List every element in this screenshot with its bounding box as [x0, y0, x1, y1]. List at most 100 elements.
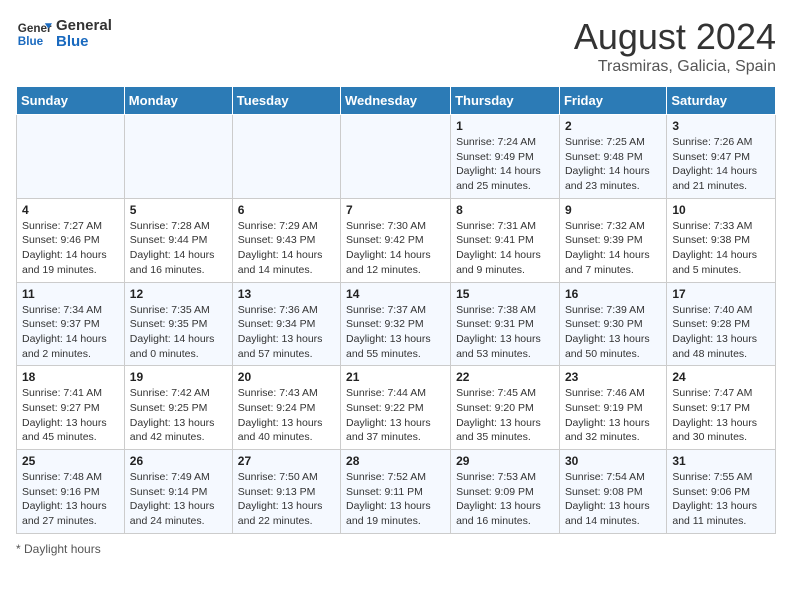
calendar-cell	[232, 115, 340, 199]
day-number: 24	[672, 370, 770, 384]
calendar-cell: 9 Sunrise: 7:32 AMSunset: 9:39 PMDaylight…	[559, 198, 666, 282]
logo-line2: Blue	[56, 34, 112, 51]
calendar-cell: 19 Sunrise: 7:42 AMSunset: 9:25 PMDayligh…	[124, 366, 232, 450]
day-detail: Sunrise: 7:37 AMSunset: 9:32 PMDaylight:…	[346, 303, 445, 362]
day-detail: Sunrise: 7:54 AMSunset: 9:08 PMDaylight:…	[565, 470, 661, 529]
calendar-cell: 5 Sunrise: 7:28 AMSunset: 9:44 PMDaylight…	[124, 198, 232, 282]
day-detail: Sunrise: 7:34 AMSunset: 9:37 PMDaylight:…	[22, 303, 119, 362]
day-number: 9	[565, 203, 661, 217]
day-number: 2	[565, 119, 661, 133]
calendar-cell: 1 Sunrise: 7:24 AMSunset: 9:49 PMDaylight…	[451, 115, 560, 199]
calendar-cell: 14 Sunrise: 7:37 AMSunset: 9:32 PMDayligh…	[341, 282, 451, 366]
day-number: 5	[130, 203, 227, 217]
calendar-cell: 15Sunrise: 7:38 AMSunset: 9:31 PMDayligh…	[451, 282, 560, 366]
calendar-week-row: 1 Sunrise: 7:24 AMSunset: 9:49 PMDaylight…	[17, 115, 776, 199]
calendar-cell: 3Sunrise: 7:26 AMSunset: 9:47 PMDaylight…	[667, 115, 776, 199]
calendar-cell: 13 Sunrise: 7:36 AMSunset: 9:34 PMDayligh…	[232, 282, 340, 366]
calendar-cell	[341, 115, 451, 199]
day-number: 13	[238, 287, 335, 301]
day-number: 12	[130, 287, 227, 301]
day-number: 26	[130, 454, 227, 468]
day-number: 10	[672, 203, 770, 217]
day-number: 20	[238, 370, 335, 384]
day-detail: Sunrise: 7:45 AMSunset: 9:20 PMDaylight:…	[456, 386, 554, 445]
day-number: 25	[22, 454, 119, 468]
day-number: 11	[22, 287, 119, 301]
day-number: 22	[456, 370, 554, 384]
day-detail: Sunrise: 7:29 AMSunset: 9:43 PMDaylight:…	[238, 219, 335, 278]
day-number: 7	[346, 203, 445, 217]
day-number: 21	[346, 370, 445, 384]
weekday-header: Monday	[124, 87, 232, 115]
calendar-cell: 6 Sunrise: 7:29 AMSunset: 9:43 PMDaylight…	[232, 198, 340, 282]
calendar-cell: 11 Sunrise: 7:34 AMSunset: 9:37 PMDayligh…	[17, 282, 125, 366]
calendar-week-row: 25Sunrise: 7:48 AMSunset: 9:16 PMDayligh…	[17, 450, 776, 534]
day-detail: Sunrise: 7:55 AMSunset: 9:06 PMDaylight:…	[672, 470, 770, 529]
day-detail: Sunrise: 7:36 AMSunset: 9:34 PMDaylight:…	[238, 303, 335, 362]
calendar-cell: 10Sunrise: 7:33 AMSunset: 9:38 PMDayligh…	[667, 198, 776, 282]
day-number: 31	[672, 454, 770, 468]
header-row: SundayMondayTuesdayWednesdayThursdayFrid…	[17, 87, 776, 115]
calendar-cell: 16 Sunrise: 7:39 AMSunset: 9:30 PMDayligh…	[559, 282, 666, 366]
calendar-week-row: 18 Sunrise: 7:41 AMSunset: 9:27 PMDayligh…	[17, 366, 776, 450]
calendar-cell: 29Sunrise: 7:53 AMSunset: 9:09 PMDayligh…	[451, 450, 560, 534]
calendar-table: SundayMondayTuesdayWednesdayThursdayFrid…	[16, 86, 776, 534]
weekday-header: Tuesday	[232, 87, 340, 115]
day-detail: Sunrise: 7:27 AMSunset: 9:46 PMDaylight:…	[22, 219, 119, 278]
day-number: 17	[672, 287, 770, 301]
footer-label: Daylight hours	[24, 542, 101, 556]
day-number: 18	[22, 370, 119, 384]
day-number: 28	[346, 454, 445, 468]
calendar-cell: 27Sunrise: 7:50 AMSunset: 9:13 PMDayligh…	[232, 450, 340, 534]
day-number: 8	[456, 203, 554, 217]
day-number: 14	[346, 287, 445, 301]
calendar-cell: 23Sunrise: 7:46 AMSunset: 9:19 PMDayligh…	[559, 366, 666, 450]
header: General Blue General Blue August 2024 Tr…	[16, 16, 776, 76]
calendar-cell: 28Sunrise: 7:52 AMSunset: 9:11 PMDayligh…	[341, 450, 451, 534]
day-number: 4	[22, 203, 119, 217]
weekday-header: Wednesday	[341, 87, 451, 115]
day-number: 19	[130, 370, 227, 384]
day-number: 1	[456, 119, 554, 133]
logo-line1: General	[56, 18, 112, 35]
day-detail: Sunrise: 7:24 AMSunset: 9:49 PMDaylight:…	[456, 135, 554, 194]
day-number: 27	[238, 454, 335, 468]
calendar-cell: 12Sunrise: 7:35 AMSunset: 9:35 PMDayligh…	[124, 282, 232, 366]
day-detail: Sunrise: 7:47 AMSunset: 9:17 PMDaylight:…	[672, 386, 770, 445]
calendar-cell: 17 Sunrise: 7:40 AMSunset: 9:28 PMDayligh…	[667, 282, 776, 366]
calendar-cell: 31 Sunrise: 7:55 AMSunset: 9:06 PMDayligh…	[667, 450, 776, 534]
day-detail: Sunrise: 7:26 AMSunset: 9:47 PMDaylight:…	[672, 135, 770, 194]
day-detail: Sunrise: 7:49 AMSunset: 9:14 PMDaylight:…	[130, 470, 227, 529]
main-title: August 2024	[574, 16, 776, 58]
day-number: 6	[238, 203, 335, 217]
day-detail: Sunrise: 7:39 AMSunset: 9:30 PMDaylight:…	[565, 303, 661, 362]
day-detail: Sunrise: 7:41 AMSunset: 9:27 PMDaylight:…	[22, 386, 119, 445]
day-detail: Sunrise: 7:43 AMSunset: 9:24 PMDaylight:…	[238, 386, 335, 445]
calendar-cell: 20 Sunrise: 7:43 AMSunset: 9:24 PMDayligh…	[232, 366, 340, 450]
calendar-cell: 30 Sunrise: 7:54 AMSunset: 9:08 PMDayligh…	[559, 450, 666, 534]
day-detail: Sunrise: 7:40 AMSunset: 9:28 PMDaylight:…	[672, 303, 770, 362]
calendar-cell: 2Sunrise: 7:25 AMSunset: 9:48 PMDaylight…	[559, 115, 666, 199]
calendar-cell	[124, 115, 232, 199]
calendar-cell: 4 Sunrise: 7:27 AMSunset: 9:46 PMDaylight…	[17, 198, 125, 282]
day-number: 16	[565, 287, 661, 301]
calendar-cell: 7Sunrise: 7:30 AMSunset: 9:42 PMDaylight…	[341, 198, 451, 282]
svg-text:Blue: Blue	[18, 35, 44, 48]
calendar-week-row: 4 Sunrise: 7:27 AMSunset: 9:46 PMDaylight…	[17, 198, 776, 282]
weekday-header: Saturday	[667, 87, 776, 115]
calendar-cell: 26 Sunrise: 7:49 AMSunset: 9:14 PMDayligh…	[124, 450, 232, 534]
title-area: August 2024 Trasmiras, Galicia, Spain	[574, 16, 776, 76]
day-detail: Sunrise: 7:44 AMSunset: 9:22 PMDaylight:…	[346, 386, 445, 445]
calendar-week-row: 11 Sunrise: 7:34 AMSunset: 9:37 PMDayligh…	[17, 282, 776, 366]
calendar-cell: 25Sunrise: 7:48 AMSunset: 9:16 PMDayligh…	[17, 450, 125, 534]
calendar-cell: 18 Sunrise: 7:41 AMSunset: 9:27 PMDayligh…	[17, 366, 125, 450]
day-number: 30	[565, 454, 661, 468]
day-detail: Sunrise: 7:31 AMSunset: 9:41 PMDaylight:…	[456, 219, 554, 278]
day-detail: Sunrise: 7:28 AMSunset: 9:44 PMDaylight:…	[130, 219, 227, 278]
day-detail: Sunrise: 7:42 AMSunset: 9:25 PMDaylight:…	[130, 386, 227, 445]
calendar-cell: 24 Sunrise: 7:47 AMSunset: 9:17 PMDayligh…	[667, 366, 776, 450]
calendar-cell: 21 Sunrise: 7:44 AMSunset: 9:22 PMDayligh…	[341, 366, 451, 450]
weekday-header: Sunday	[17, 87, 125, 115]
day-detail: Sunrise: 7:32 AMSunset: 9:39 PMDaylight:…	[565, 219, 661, 278]
weekday-header: Friday	[559, 87, 666, 115]
